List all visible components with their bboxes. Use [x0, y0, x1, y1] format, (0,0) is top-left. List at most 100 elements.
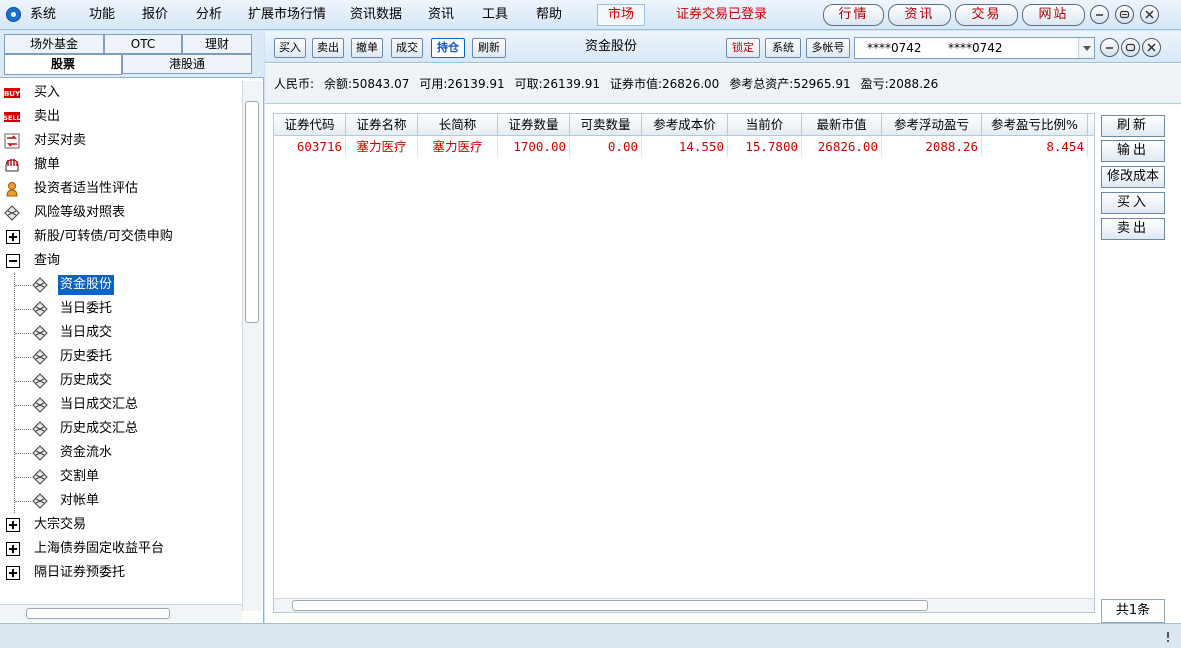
tree-item-sell[interactable]: SELL 卖出 — [0, 105, 242, 129]
swap-icon — [4, 133, 20, 149]
panel-restore-icon[interactable] — [1121, 38, 1140, 57]
panel-close-icon[interactable] — [1142, 38, 1161, 57]
tab-news[interactable]: 资讯 — [888, 4, 951, 26]
tree-item-next-day-preorder[interactable]: 隔日证券预委托 — [0, 561, 242, 585]
tree-item-delivery-slip[interactable]: 交割单 — [0, 465, 242, 489]
tab-otc-funds[interactable]: 场外基金 — [4, 34, 104, 54]
multi-account-button[interactable]: 多帐号 — [806, 38, 850, 58]
tab-hk-connect[interactable]: 港股通 — [122, 54, 252, 74]
expand-icon[interactable] — [6, 518, 20, 532]
tree-item-cancel-order[interactable]: 撤单 — [0, 153, 242, 177]
cell-name: 塞力医疗 — [346, 137, 418, 157]
menu-extended-market[interactable]: 扩展市场行情 — [248, 6, 326, 24]
expand-icon[interactable] — [6, 566, 20, 580]
side-edit-cost-button[interactable]: 修改成本 — [1101, 166, 1165, 188]
tree-item-cross-trade[interactable]: 对买对卖 — [0, 129, 242, 153]
scrollbar-thumb[interactable] — [26, 608, 170, 619]
tree-label: 交割单 — [60, 469, 100, 484]
side-buy-button[interactable]: 买入 — [1101, 192, 1165, 214]
tree-item-funds-holdings[interactable]: 资金股份 — [0, 273, 242, 297]
tab-otc[interactable]: OTC — [104, 34, 182, 54]
menu-news[interactable]: 资讯 — [428, 6, 454, 24]
account-primary: ****0742 — [867, 41, 922, 55]
tree-label: 资金流水 — [60, 445, 113, 460]
side-export-button[interactable]: 输出 — [1101, 140, 1165, 162]
cell-quantity: 1700.00 — [498, 137, 570, 157]
collapse-icon[interactable] — [6, 254, 20, 268]
tree-item-history-summary[interactable]: 历史成交汇总 — [0, 417, 242, 441]
tab-stocks[interactable]: 股票 — [4, 54, 122, 75]
expand-icon[interactable] — [6, 542, 20, 556]
market-value: 证券市值:26826.00 — [609, 77, 720, 91]
col-code[interactable]: 证券代码 — [274, 114, 346, 136]
menu-analysis[interactable]: 分析 — [196, 6, 222, 24]
lock-button[interactable]: 锁定 — [726, 38, 760, 58]
tree-item-history-trades[interactable]: 历史成交 — [0, 369, 242, 393]
cancel-button[interactable]: 撤单 — [351, 38, 383, 58]
menu-quote[interactable]: 报价 — [142, 6, 168, 24]
panel-minimize-icon[interactable] — [1100, 38, 1119, 57]
col-quantity[interactable]: 证券数量 — [498, 114, 570, 136]
table-row[interactable]: 603716 塞力医疗 塞力医疗 1700.00 0.00 14.550 15.… — [274, 137, 1094, 157]
menu-help[interactable]: 帮助 — [536, 6, 562, 24]
col-long-name[interactable]: 长简称 — [418, 114, 498, 136]
system-button[interactable]: 系统 — [765, 38, 801, 58]
chevron-down-icon[interactable] — [1078, 38, 1094, 58]
tree-item-cash-flow[interactable]: 资金流水 — [0, 441, 242, 465]
account-select[interactable]: ****0742 ****0742 — [854, 37, 1095, 59]
trades-button[interactable]: 成交 — [391, 38, 423, 58]
tree-label: 卖出 — [34, 109, 61, 124]
cell-code: 603716 — [274, 137, 346, 157]
tree-item-statement[interactable]: 对帐单 — [0, 489, 242, 513]
minimize-icon[interactable] — [1090, 5, 1109, 24]
sell-button[interactable]: 卖出 — [312, 38, 344, 58]
buy-button[interactable]: 买入 — [274, 38, 306, 58]
tab-website[interactable]: 网站 — [1022, 4, 1085, 26]
left-tab-strip: 场外基金 OTC 理财 股票 港股通 — [0, 31, 264, 78]
col-current-price[interactable]: 当前价 — [728, 114, 802, 136]
col-market-value[interactable]: 最新市值 — [802, 114, 882, 136]
tree-vertical-scrollbar[interactable] — [242, 81, 262, 611]
col-cost-price[interactable]: 参考成本价 — [642, 114, 728, 136]
menu-system[interactable]: 系统 — [30, 6, 56, 24]
menu-tools[interactable]: 工具 — [482, 6, 508, 24]
tree-item-buy[interactable]: BUY 买入 — [0, 81, 242, 105]
tree-item-today-trades[interactable]: 当日成交 — [0, 321, 242, 345]
tree-branch — [15, 333, 31, 334]
tree-item-investor-assessment[interactable]: 投资者适当性评估 — [0, 177, 242, 201]
side-sell-button[interactable]: 卖出 — [1101, 218, 1165, 240]
table-horizontal-scrollbar[interactable] — [274, 598, 1094, 612]
tab-quotes[interactable]: 行情 — [823, 4, 884, 26]
col-sellable[interactable]: 可卖数量 — [570, 114, 642, 136]
tree-item-ipo-subscription[interactable]: 新股/可转债/可交债申购 — [0, 225, 242, 249]
tree-item-today-orders[interactable]: 当日委托 — [0, 297, 242, 321]
available-value: 可用:26139.91 — [419, 77, 505, 91]
col-name[interactable]: 证券名称 — [346, 114, 418, 136]
tree-horizontal-scrollbar[interactable] — [0, 604, 242, 622]
tab-trade[interactable]: 交易 — [955, 4, 1018, 26]
cell-cost-price: 14.550 — [642, 137, 728, 157]
tab-wealth[interactable]: 理财 — [182, 34, 252, 54]
tree-label: 新股/可转债/可交债申购 — [34, 229, 173, 244]
menu-function[interactable]: 功能 — [89, 6, 115, 24]
expand-icon[interactable] — [6, 230, 20, 244]
tree-item-block-trade[interactable]: 大宗交易 — [0, 513, 242, 537]
scrollbar-thumb[interactable] — [292, 600, 928, 611]
cell-sellable: 0.00 — [570, 137, 642, 157]
menu-market-button[interactable]: 市场 — [597, 4, 645, 26]
col-pnl-ratio[interactable]: 参考盈亏比例% — [982, 114, 1088, 136]
scrollbar-thumb[interactable] — [245, 101, 259, 323]
tree-item-risk-table[interactable]: 风险等级对照表 — [0, 201, 242, 225]
tree-item-today-summary[interactable]: 当日成交汇总 — [0, 393, 242, 417]
holdings-button[interactable]: 持仓 — [431, 38, 465, 58]
tree-item-sh-bond-platform[interactable]: 上海债券固定收益平台 — [0, 537, 242, 561]
side-refresh-button[interactable]: 刷新 — [1101, 115, 1165, 137]
close-icon[interactable] — [1140, 5, 1159, 24]
tree-item-query[interactable]: 查询 — [0, 249, 242, 273]
refresh-button[interactable]: 刷新 — [472, 38, 506, 58]
col-floating-pnl[interactable]: 参考浮动盈亏 — [882, 114, 982, 136]
tree-item-history-orders[interactable]: 历史委托 — [0, 345, 242, 369]
app-logo-icon[interactable] — [6, 7, 21, 22]
menu-info-data[interactable]: 资讯数据 — [350, 6, 402, 24]
restore-icon[interactable] — [1115, 5, 1134, 24]
